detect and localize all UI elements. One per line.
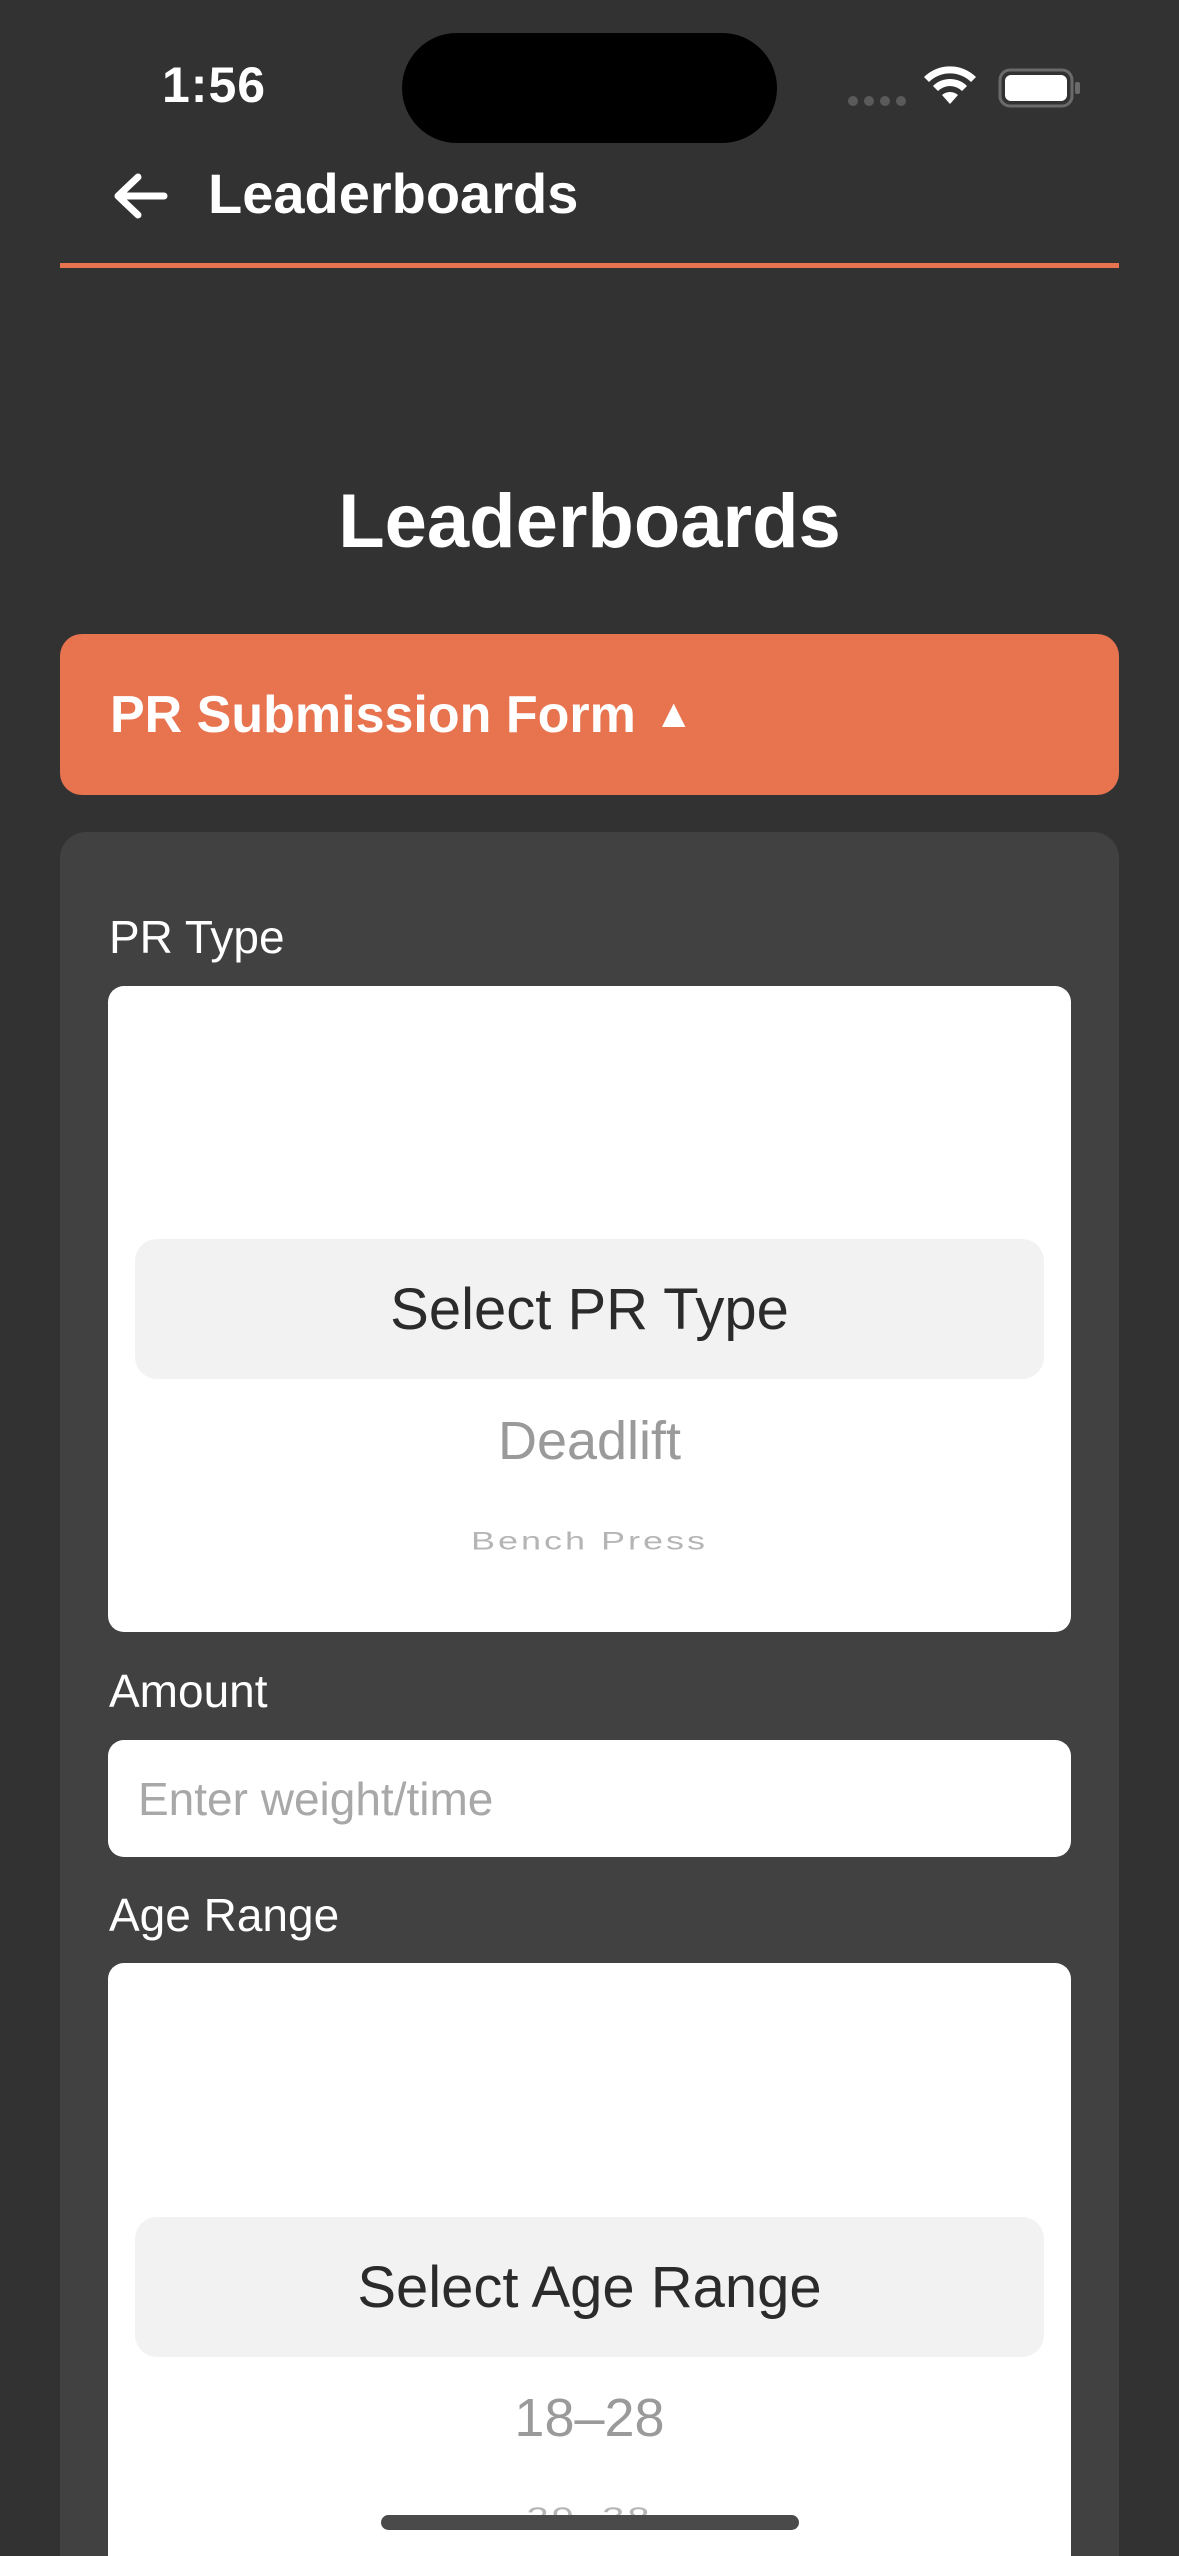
age-range-option[interactable]: 18–28: [108, 2387, 1071, 2449]
pr-type-label: PR Type: [109, 911, 285, 963]
header-title: Leaderboards: [208, 162, 579, 225]
header-divider: [60, 263, 1119, 268]
pr-type-selected-option[interactable]: Select PR Type: [135, 1239, 1044, 1379]
cellular-signal-icon: [848, 96, 906, 106]
age-range-selected-option[interactable]: Select Age Range: [135, 2217, 1044, 2357]
pr-type-picker[interactable]: Select PR Type Deadlift Bench Press: [108, 986, 1071, 1632]
pr-type-option[interactable]: Deadlift: [108, 1410, 1071, 1472]
arrow-left-icon: [114, 173, 168, 219]
home-indicator[interactable]: [381, 2515, 799, 2530]
dynamic-island: [402, 33, 777, 143]
pr-submission-form-toggle[interactable]: PR Submission Form ▲: [60, 634, 1119, 795]
screen: 1:56 Leaderboards Leaderboards PR Submis…: [0, 0, 1179, 2556]
back-button[interactable]: [104, 160, 176, 232]
pr-type-option[interactable]: Bench Press: [108, 1526, 1071, 1555]
battery-icon: [998, 68, 1080, 108]
status-time: 1:56: [162, 57, 267, 113]
page-title: Leaderboards: [338, 479, 841, 564]
age-range-label: Age Range: [109, 1889, 340, 1941]
form-toggle-label: PR Submission Form: [110, 685, 636, 744]
wifi-icon: [924, 66, 976, 104]
amount-label: Amount: [109, 1665, 268, 1717]
amount-input[interactable]: [108, 1740, 1071, 1857]
chevron-up-icon: ▲: [653, 692, 694, 736]
age-range-picker[interactable]: Select Age Range 18–28 29–38: [108, 1963, 1071, 2556]
